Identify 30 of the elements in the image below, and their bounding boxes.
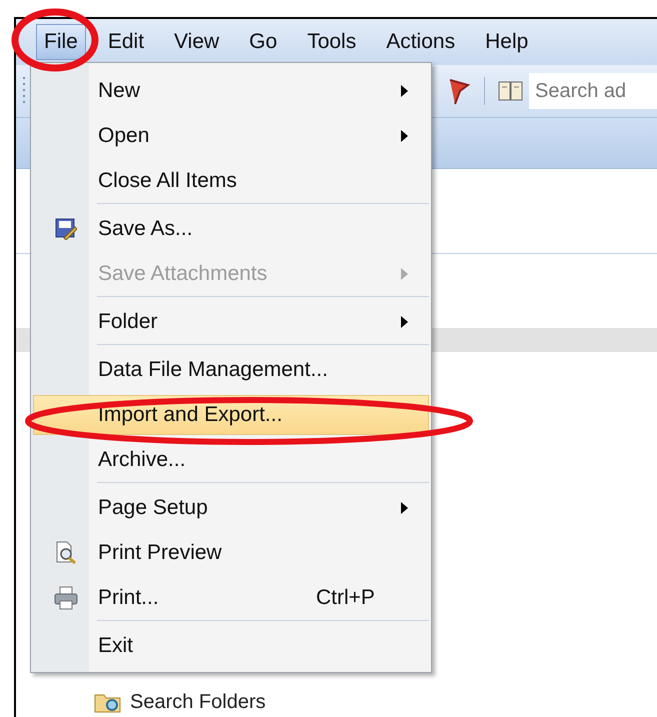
- save-as-icon: [55, 218, 77, 240]
- submenu-arrow-icon: [401, 130, 408, 142]
- menu-item[interactable]: Page Setup: [33, 488, 429, 528]
- menu-item[interactable]: Open: [33, 116, 429, 156]
- submenu-arrow-icon: [401, 268, 408, 280]
- toolbar-grip-icon[interactable]: [22, 76, 26, 106]
- menu-item[interactable]: Print... Ctrl+P: [33, 578, 429, 618]
- menu-bar-item[interactable]: File: [36, 24, 86, 60]
- menu-item[interactable]: Close All Items: [33, 161, 429, 201]
- search-field[interactable]: Search ad: [529, 73, 657, 109]
- print-preview-icon: [55, 541, 77, 565]
- submenu-arrow-icon: [401, 502, 408, 514]
- menu-bar-item[interactable]: Actions: [378, 24, 464, 60]
- menu-bar-item[interactable]: Go: [241, 24, 286, 60]
- menu-bar-item[interactable]: Edit: [100, 24, 152, 60]
- submenu-arrow-icon: [401, 85, 408, 97]
- address-book-icon[interactable]: [497, 79, 525, 103]
- menu-bar-item[interactable]: Help: [477, 24, 536, 60]
- printer-icon: [54, 586, 78, 610]
- menu-item[interactable]: Archive...: [33, 440, 429, 480]
- menu-bar-item[interactable]: View: [166, 24, 228, 60]
- folder-label[interactable]: Search Folders: [130, 690, 266, 714]
- menu-bar-item[interactable]: Tools: [299, 24, 364, 60]
- menu-item[interactable]: Data File Management...: [33, 350, 429, 390]
- menu-item[interactable]: Print Preview: [33, 533, 429, 573]
- menu-item[interactable]: Save As...: [33, 209, 429, 249]
- submenu-arrow-icon: [401, 316, 408, 328]
- menu-item[interactable]: Exit: [33, 626, 429, 666]
- menu-item[interactable]: New: [33, 71, 429, 111]
- menu-item[interactable]: Folder: [33, 302, 429, 342]
